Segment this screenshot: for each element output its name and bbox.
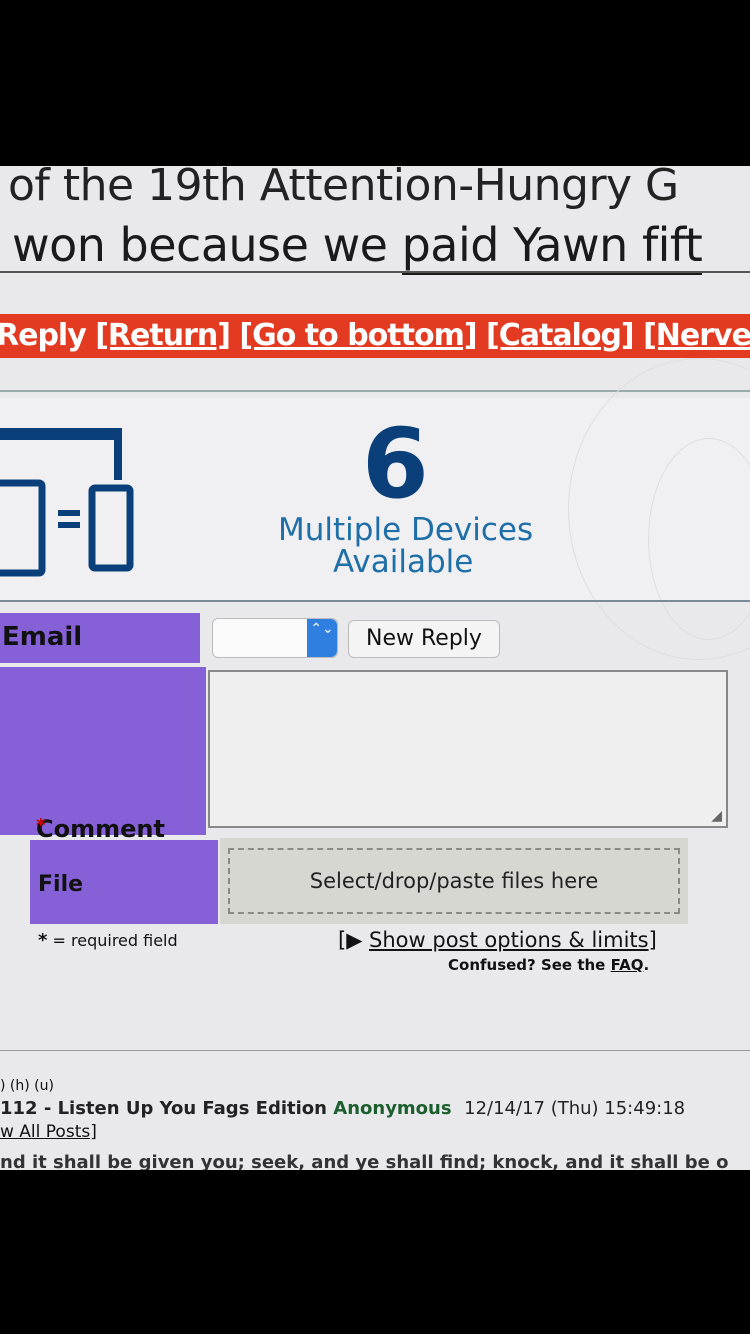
nav-catalog-link[interactable]: [Catalog]	[486, 318, 635, 353]
faq-note-text: Confused? See the	[448, 956, 611, 974]
show-options-open: [▶	[338, 928, 370, 952]
post-body-text: nd it shall be given you; seek, and ye s…	[0, 1152, 729, 1170]
thread-title-line-1: of the 19th Attention-Hungry G	[8, 166, 679, 211]
email-options-select[interactable]: ⌃⌄	[212, 618, 338, 658]
faq-note-end: .	[643, 956, 650, 974]
thread-action-links[interactable]: ) (h) (u)	[0, 1078, 54, 1094]
ad-banner[interactable]: 6 Multiple Devices Available	[0, 358, 750, 660]
email-label: Email	[0, 613, 200, 663]
ad-text-line-2: Available	[333, 544, 474, 580]
required-field-note: * = required field	[38, 930, 178, 951]
nav-go-to-bottom-link[interactable]: [Go to bottom]	[239, 318, 477, 353]
file-dropzone-text: Select/drop/paste files here	[228, 848, 680, 914]
show-options-close: ]	[648, 928, 657, 952]
nav-links: Reply [Return] [Go to bottom] [Catalog] …	[0, 318, 750, 353]
email-label-text: Email	[2, 622, 83, 652]
faq-note: Confused? See the FAQ.	[448, 956, 649, 974]
view-all-posts-link[interactable]: w All Posts]	[0, 1122, 97, 1142]
ad-divider	[0, 600, 750, 602]
thread-title-line-2: won because we paid Yawn fift	[12, 218, 703, 275]
required-note-text: = required field	[52, 931, 178, 950]
thread-author: Anonymous	[333, 1098, 452, 1119]
thread-title-link[interactable]: paid Yawn fift	[401, 218, 703, 275]
devices-icon	[0, 428, 134, 577]
select-arrows-icon: ⌃⌄	[307, 619, 337, 657]
file-label-text: File	[38, 872, 84, 897]
comment-textarea[interactable]: ◢	[208, 670, 728, 828]
resize-handle-icon[interactable]: ◢	[711, 807, 722, 824]
nav-reply-link[interactable]: Reply	[0, 318, 87, 353]
required-note-star: *	[38, 930, 48, 951]
screen: of the 19th Attention-Hungry G won becau…	[0, 166, 750, 1170]
thread-date: 12/14/17 (Thu) 15:49:18	[464, 1098, 686, 1119]
file-dropzone[interactable]: Select/drop/paste files here	[220, 838, 688, 924]
show-post-options: [▶ Show post options & limits]	[338, 928, 657, 952]
thread-title-text: won because we	[12, 218, 402, 272]
nav-return-link[interactable]: [Return]	[95, 318, 231, 353]
comment-label: Comment *	[0, 667, 206, 843]
thread-header: 112 - Listen Up You Fags Edition Anonymo…	[0, 1098, 685, 1119]
title-divider	[0, 271, 750, 273]
ad-text-line-1: Multiple Devices	[278, 512, 534, 548]
thread-subject: 112 - Listen Up You Fags Edition	[0, 1098, 327, 1119]
show-post-options-link[interactable]: Show post options & limits	[369, 928, 649, 952]
new-reply-button[interactable]: New Reply	[348, 620, 500, 658]
nav-nerve-center-link[interactable]: [Nerve Ce	[643, 318, 750, 353]
ad-number: 6	[362, 408, 429, 520]
required-star: *	[36, 815, 46, 836]
thread-divider	[0, 1050, 750, 1051]
file-label: File	[30, 840, 218, 924]
comment-label-text: Comment	[36, 815, 165, 843]
faq-link[interactable]: FAQ	[611, 956, 644, 974]
